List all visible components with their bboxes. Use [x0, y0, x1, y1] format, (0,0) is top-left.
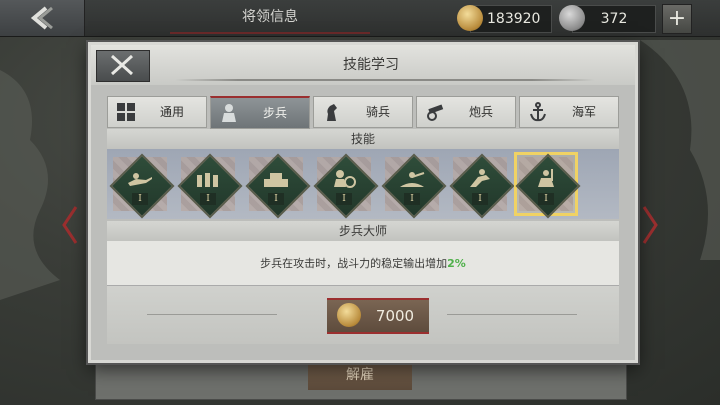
- skill-level: I: [404, 193, 420, 205]
- knight-icon: [327, 104, 337, 121]
- trench-gunner-icon: [400, 172, 425, 187]
- skill-slot[interactable]: I: [381, 153, 447, 219]
- header-divider: [175, 79, 595, 81]
- gold-coin-icon: [457, 5, 483, 31]
- tab-label: 炮兵: [468, 105, 493, 119]
- next-arrow-icon[interactable]: [642, 205, 658, 245]
- tab-navy[interactable]: 海军: [519, 96, 619, 128]
- tab-infantry[interactable]: 步兵: [210, 96, 310, 129]
- rifleman-prone-icon: [128, 173, 152, 186]
- skill-slot[interactable]: I: [245, 153, 311, 219]
- dialog-header: 技能学习: [91, 45, 635, 85]
- tab-artillery[interactable]: 炮兵: [416, 96, 516, 128]
- tab-label: 骑兵: [365, 105, 390, 119]
- dialog-title: 技能学习: [343, 57, 399, 73]
- silver-amount: 372: [600, 11, 628, 27]
- prev-arrow-icon[interactable]: [62, 205, 78, 245]
- page-title: 将领信息: [170, 2, 370, 34]
- anchor-icon: [530, 102, 546, 122]
- grid-icon: [117, 103, 135, 121]
- tab-cavalry[interactable]: 骑兵: [313, 96, 413, 128]
- skills-heading: 技能: [107, 129, 619, 149]
- shield-soldier-icon: [334, 170, 356, 188]
- gold-amount: 183920: [487, 11, 541, 27]
- skill-level: I: [336, 193, 352, 205]
- gold-coin-icon: [337, 303, 361, 327]
- top-bar: 将领信息 183920 372 +: [0, 0, 720, 37]
- fortification-icon: [264, 173, 288, 187]
- close-icon: [110, 54, 134, 76]
- skills-list: I I I I I I I: [107, 149, 619, 219]
- infantry-master-icon: [538, 169, 554, 187]
- skill-level: I: [132, 193, 148, 205]
- tab-label: 步兵: [262, 106, 287, 120]
- close-button[interactable]: [96, 50, 150, 82]
- back-button[interactable]: [0, 0, 85, 36]
- skill-slot[interactable]: I: [177, 153, 243, 219]
- bonus-value: 2%: [447, 257, 466, 270]
- silver-counter: 372: [559, 5, 656, 33]
- dismiss-general-button[interactable]: 解雇: [308, 360, 412, 390]
- skill-name: 步兵大师: [107, 221, 619, 241]
- skill-slot[interactable]: I: [449, 153, 515, 219]
- skill-slot-selected[interactable]: I: [514, 152, 581, 219]
- tab-label: 海军: [571, 105, 596, 119]
- add-currency-button[interactable]: +: [662, 4, 692, 34]
- skill-slot[interactable]: I: [109, 153, 175, 219]
- purchase-panel: 7000: [107, 285, 619, 344]
- skill-level: I: [268, 193, 284, 205]
- skill-cost: 7000: [375, 307, 415, 325]
- skill-level: I: [538, 193, 554, 205]
- plus-icon: +: [667, 6, 687, 31]
- tab-label: 通用: [159, 105, 184, 119]
- back-arrow-icon: [30, 6, 53, 30]
- divider-left: [147, 314, 277, 315]
- category-tabs: 通用 步兵 骑兵 炮兵 海军: [107, 96, 619, 129]
- skill-level: I: [200, 193, 216, 205]
- learn-skill-button[interactable]: 7000: [327, 298, 429, 334]
- charging-soldier-icon: [470, 169, 490, 187]
- infantry-icon: [222, 104, 236, 122]
- infantry-line-icon: [197, 173, 218, 187]
- divider-right: [447, 314, 577, 315]
- skill-description: 步兵在攻击时，战斗力的稳定输出增加2%: [107, 255, 619, 271]
- description-text: 步兵在攻击时，战斗力的稳定输出增加: [260, 257, 448, 270]
- tab-general[interactable]: 通用: [107, 96, 207, 128]
- skill-level: I: [472, 193, 488, 205]
- cannon-icon: [427, 104, 444, 121]
- skill-learning-dialog: 技能学习 通用 步兵 骑兵 炮兵 海军 技能 I I I I I I I 步兵大…: [88, 42, 638, 363]
- skill-slot[interactable]: I: [313, 153, 379, 219]
- skill-description-panel: 步兵在攻击时，战斗力的稳定输出增加2%: [107, 241, 619, 285]
- gold-counter: 183920: [457, 5, 552, 33]
